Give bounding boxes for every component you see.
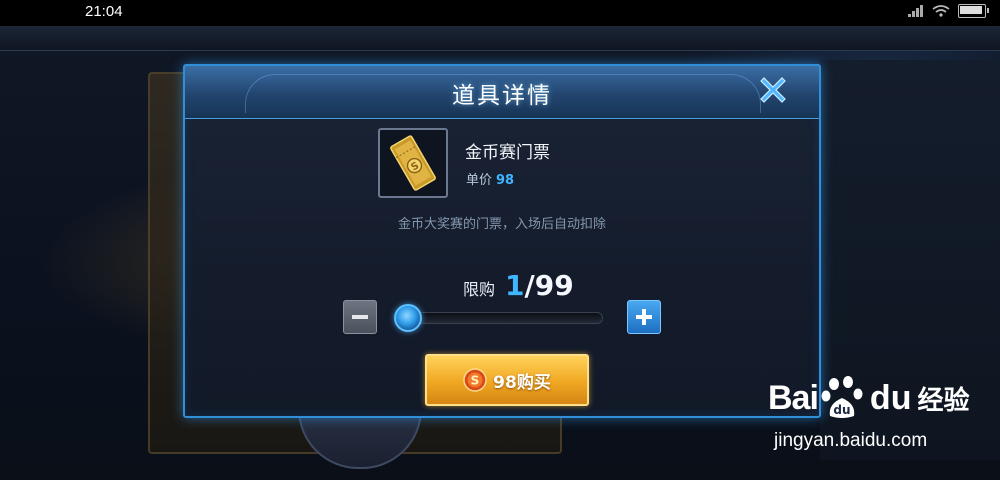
watermark-brand-right: du bbox=[869, 378, 912, 417]
watermark-product: 经验 bbox=[917, 385, 970, 416]
quantity-current: 1 bbox=[505, 269, 525, 302]
svg-text:du: du bbox=[833, 403, 850, 417]
svg-text:S: S bbox=[471, 374, 480, 388]
item-detail-dialog: 道具详情 S 金币赛门票 单价 98 金币大奖赛的门票，入场后自动扣除 限购 1 … bbox=[183, 64, 821, 418]
quantity-slider[interactable] bbox=[394, 304, 603, 332]
plus-icon bbox=[636, 309, 652, 325]
dialog-title: 道具详情 bbox=[452, 83, 552, 109]
close-icon bbox=[760, 77, 786, 103]
status-bar: 21:04 bbox=[0, 0, 1000, 26]
watermark-brand-left: Bai bbox=[768, 378, 819, 417]
quantity-max: 99 bbox=[534, 269, 574, 302]
background-top-frame bbox=[0, 26, 1000, 51]
watermark-url: jingyan.baidu.com bbox=[774, 430, 928, 451]
baidu-jingyan-watermark: Bai du du 经验 jingyan.baidu.com bbox=[768, 372, 988, 462]
status-time: 21:04 bbox=[85, 3, 123, 20]
dialog-header: 道具详情 bbox=[185, 66, 819, 119]
unit-price-label: 单价 bbox=[466, 173, 493, 188]
battery-icon bbox=[958, 4, 989, 18]
buy-button-label: 98购买 bbox=[493, 372, 551, 393]
watermark-logo: Bai du du 经验 bbox=[768, 376, 969, 420]
ticket-icon: S bbox=[390, 135, 436, 191]
item-name: 金币赛门票 bbox=[465, 143, 550, 163]
coin-icon: S bbox=[463, 368, 487, 392]
close-button[interactable] bbox=[751, 70, 795, 110]
signal-icon bbox=[908, 5, 924, 17]
unit-price: 单价 98 bbox=[466, 169, 514, 188]
item-icon-frame: S bbox=[378, 128, 448, 198]
increase-quantity-button[interactable] bbox=[627, 300, 661, 334]
quantity-separator: / bbox=[524, 269, 535, 302]
quantity-slider-thumb[interactable] bbox=[394, 304, 422, 332]
minus-icon bbox=[352, 309, 368, 325]
item-description: 金币大奖赛的门票，入场后自动扣除 bbox=[397, 217, 606, 232]
purchase-limit-label: 限购 bbox=[463, 280, 496, 299]
baidu-paw-icon: du bbox=[821, 376, 863, 418]
status-icons bbox=[908, 4, 989, 18]
decrease-quantity-button[interactable] bbox=[343, 300, 377, 334]
purchase-limit: 限购 1 / 99 bbox=[463, 269, 574, 302]
wifi-icon bbox=[932, 5, 950, 17]
unit-price-value: 98 bbox=[496, 173, 515, 188]
buy-button[interactable]: S 98购买 bbox=[425, 354, 589, 406]
